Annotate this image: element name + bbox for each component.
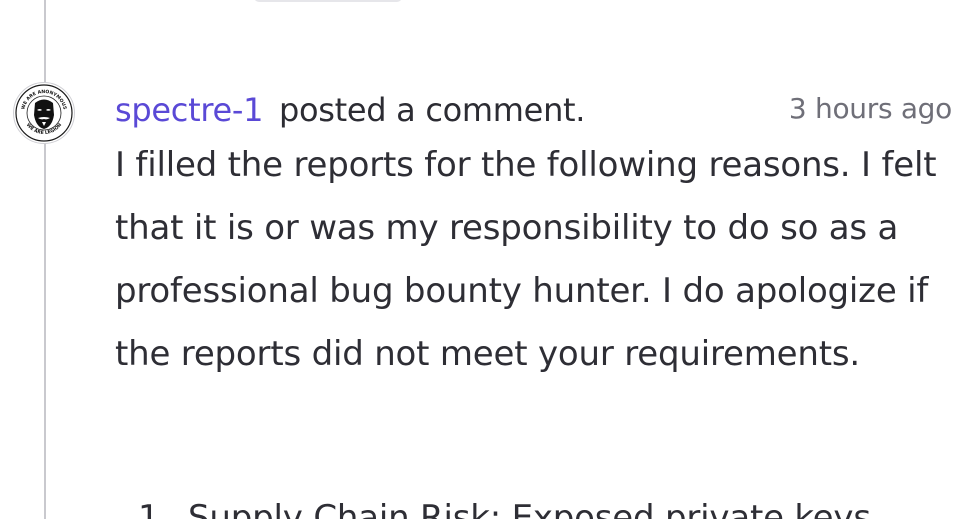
list-item-text: Supply Chain Risk: Exposed private keys [188,498,871,519]
anonymous-mask-avatar-icon: WE ARE ANONYMOUS WE ARE LEGION [15,84,73,142]
list-item-number: 1. [138,498,171,519]
comment-body: I filled the reports for the following r… [115,134,945,386]
comment-paragraph: I filled the reports for the following r… [115,145,937,374]
previous-item-bar [254,0,402,2]
timeline-line [44,0,46,519]
activity-timeline: WE ARE ANONYMOUS WE ARE LEGION spectre-1… [0,0,970,519]
author-link[interactable]: spectre-1 [115,90,263,130]
comment-header: spectre-1 posted a comment. 3 hours ago [115,90,955,134]
comment-timestamp[interactable]: 3 hours ago [789,90,952,128]
avatar[interactable]: WE ARE ANONYMOUS WE ARE LEGION [13,82,75,144]
list-item: 1. Supply Chain Risk: Exposed private key… [138,496,871,519]
comment-action-text: posted a comment. [279,91,586,129]
